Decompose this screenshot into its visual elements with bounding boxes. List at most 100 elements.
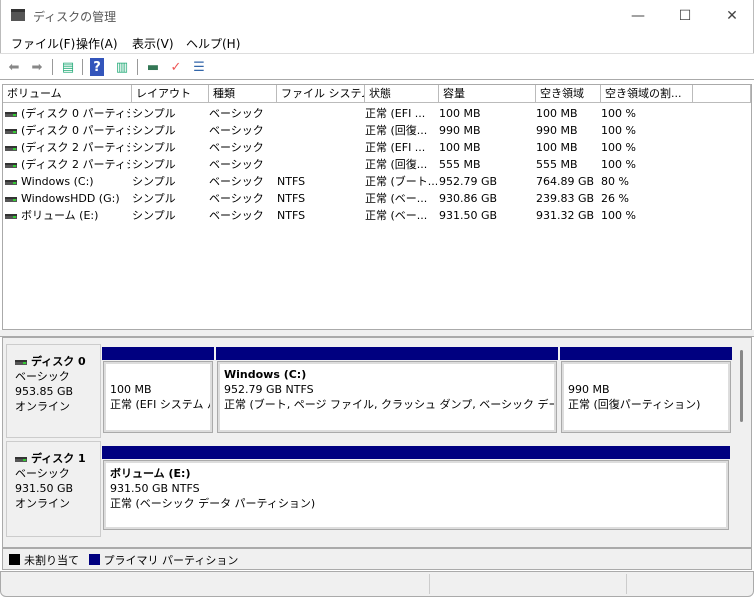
show-hide-console-tree-icon[interactable]: ▤ (59, 58, 77, 76)
pane-splitter[interactable] (0, 330, 754, 337)
vertical-scrollbar-thumb[interactable] (740, 350, 743, 422)
cell-filesystem: NTFS (277, 192, 306, 205)
cell-capacity: 931.50 GB (439, 209, 498, 222)
cell-capacity: 990 MB (439, 124, 481, 137)
menu-bar: ファイル(F) 操作(A) 表示(V) ヘルプ(H) (0, 32, 754, 53)
partition-recovery[interactable]: 990 MB 正常 (回復パーティション) (561, 361, 731, 433)
cell-free-space: 990 MB (536, 124, 578, 137)
cell-percent-free: 100 % (601, 107, 636, 120)
volume-row[interactable]: (ディスク 2 パーティシ...シンプル ベーシック 正常 (EFI ... 100 … (3, 139, 693, 156)
menu-action[interactable]: 操作(A) (76, 35, 118, 52)
toolbar: ⬅ ➡ ▤ ? ▥ ▬ ✓ ☰ (0, 53, 754, 80)
partition-volume-e[interactable]: ボリューム (E:) 931.50 GB NTFS 正常 (ベーシック データ … (103, 460, 729, 530)
disk-name: ディスク 1 (31, 452, 86, 465)
partition-efi[interactable]: 100 MB 正常 (EFI システム パ (103, 361, 213, 433)
volume-row[interactable]: (ディスク 0 パーティシ...シンプル ベーシック 正常 (回復... 990 MB… (3, 122, 693, 139)
legend: 未割り当て プライマリ パーティション (2, 548, 752, 570)
column-header-percent-free[interactable]: 空き領域の割... (601, 85, 693, 103)
partition-size: 100 MB (110, 383, 152, 396)
disk-type: ベーシック (15, 370, 70, 383)
partition-title: Windows (C:) (224, 368, 307, 381)
partition-size: 952.79 GB NTFS (224, 383, 314, 396)
column-header-capacity[interactable]: 容量 (439, 85, 536, 103)
legend-primary-partition: プライマリ パーティション (103, 554, 239, 567)
cell-status: 正常 (ベー... (365, 192, 428, 205)
partition-windows-c[interactable]: Windows (C:) 952.79 GB NTFS 正常 (ブート, ページ… (217, 361, 557, 433)
back-icon[interactable]: ⬅ (5, 58, 23, 76)
help-icon[interactable]: ? (90, 58, 104, 76)
toolbar-separator (52, 59, 53, 75)
column-header-free-space[interactable]: 空き領域 (536, 85, 601, 103)
show-action-pane-icon[interactable]: ▥ (113, 58, 131, 76)
disk-1-label[interactable]: ディスク 1 ベーシック 931.50 GB オンライン (6, 441, 101, 537)
cell-free-space: 100 MB (536, 107, 578, 120)
disk-0-label[interactable]: ディスク 0 ベーシック 953.85 GB オンライン (6, 344, 101, 438)
maximize-button[interactable]: ☐ (662, 4, 708, 28)
cell-layout: シンプル (132, 192, 176, 205)
cell-type: ベーシック (209, 209, 264, 222)
cell-status: 正常 (回復... (365, 124, 428, 137)
cell-capacity: 100 MB (439, 141, 481, 154)
cell-volume: (ディスク 0 パーティシ... (21, 107, 130, 120)
menu-help[interactable]: ヘルプ(H) (186, 35, 240, 52)
cell-type: ベーシック (209, 158, 264, 171)
partition-status: 正常 (ベーシック データ パーティション) (110, 497, 316, 510)
cell-layout: シンプル (132, 209, 176, 222)
properties-list-icon[interactable]: ☰ (190, 58, 208, 76)
toolbar-separator (82, 59, 83, 75)
cell-layout: シンプル (132, 175, 176, 188)
disk-status: オンライン (15, 400, 70, 413)
column-header-filesystem[interactable]: ファイル システム (277, 85, 365, 103)
column-header-empty (693, 85, 751, 103)
cell-free-space: 931.32 GB (536, 209, 595, 222)
cell-type: ベーシック (209, 141, 264, 154)
column-header-type[interactable]: 種類 (209, 85, 277, 103)
title-bar: ディスクの管理 — ☐ ✕ (0, 0, 754, 32)
partition-size: 990 MB (568, 383, 610, 396)
disk-icon (5, 145, 17, 151)
cell-type: ベーシック (209, 175, 264, 188)
window-title: ディスクの管理 (33, 10, 117, 24)
cell-filesystem: NTFS (277, 209, 306, 222)
cell-status: 正常 (EFI ... (365, 107, 426, 120)
cell-type: ベーシック (209, 124, 264, 137)
cell-status: 正常 (ベー... (365, 209, 428, 222)
column-header-volume[interactable]: ボリューム (3, 85, 132, 103)
cell-layout: シンプル (132, 107, 176, 120)
disk-name: ディスク 0 (31, 355, 86, 368)
volume-row[interactable]: Windows (C:) シンプル ベーシック NTFS 正常 (ブート... 952.7… (3, 173, 693, 190)
column-header-status[interactable]: 状態 (365, 85, 439, 103)
check-document-icon[interactable]: ✓ (167, 58, 185, 76)
disk-icon (5, 179, 17, 185)
cell-volume: (ディスク 2 パーティシ... (21, 141, 130, 154)
volume-row[interactable]: (ディスク 2 パーティシ...シンプル ベーシック 正常 (回復... 555 MB… (3, 156, 693, 173)
cell-layout: シンプル (132, 124, 176, 137)
partition-header-bar (216, 347, 558, 360)
volume-row[interactable]: (ディスク 0 パーティシ...シンプル ベーシック 正常 (EFI ... 100 … (3, 105, 693, 122)
connect-disk-icon[interactable]: ▬ (144, 58, 162, 76)
menu-file[interactable]: ファイル(F) (11, 35, 75, 52)
cell-free-space: 239.83 GB (536, 192, 595, 205)
volume-row[interactable]: WindowsHDD (G:) シンプル ベーシック NTFS 正常 (ベー... 930… (3, 190, 693, 207)
minimize-button[interactable]: — (615, 4, 661, 28)
close-button[interactable]: ✕ (709, 4, 754, 28)
volume-list: ボリューム レイアウト 種類 ファイル システム 状態 容量 空き領域 空き領域… (2, 84, 752, 330)
cell-volume: (ディスク 2 パーティシ... (21, 158, 130, 171)
partition-header-bar (102, 446, 730, 459)
cell-volume: ボリューム (E:) (21, 209, 99, 222)
cell-capacity: 100 MB (439, 107, 481, 120)
disk-icon (15, 359, 27, 365)
cell-capacity: 930.86 GB (439, 192, 498, 205)
menu-view[interactable]: 表示(V) (132, 35, 174, 52)
forward-icon[interactable]: ➡ (28, 58, 46, 76)
partition-status: 正常 (回復パーティション) (568, 398, 701, 411)
status-bar (0, 571, 754, 597)
cell-percent-free: 26 % (601, 192, 629, 205)
cell-percent-free: 100 % (601, 141, 636, 154)
column-header-layout[interactable]: レイアウト (132, 85, 209, 103)
partition-status: 正常 (ブート, ページ ファイル, クラッシュ ダンプ, ベーシック データ … (224, 398, 554, 411)
cell-type: ベーシック (209, 107, 264, 120)
partition-status: 正常 (EFI システム パ (110, 398, 212, 411)
volume-row[interactable]: ボリューム (E:) シンプル ベーシック NTFS 正常 (ベー... 931.50 G… (3, 207, 693, 224)
cell-filesystem: NTFS (277, 175, 306, 188)
